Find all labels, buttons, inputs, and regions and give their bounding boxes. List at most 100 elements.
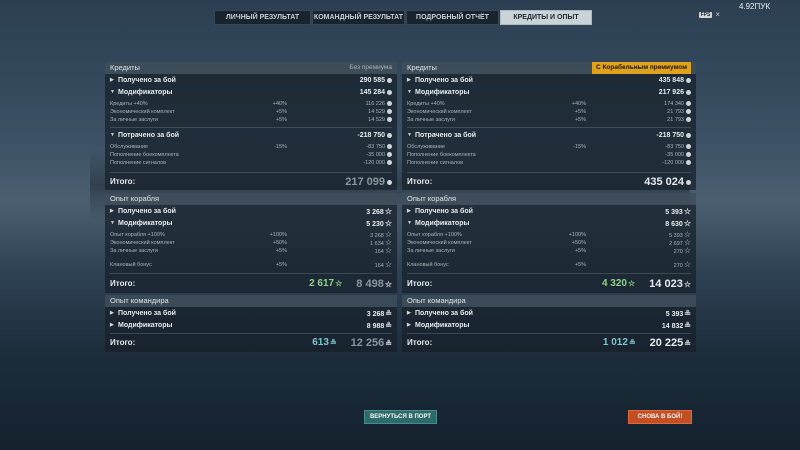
coin-icon: [686, 117, 691, 123]
mod-pct: +5%: [275, 248, 287, 254]
row-value: 8 988≗: [366, 320, 392, 330]
total-value: 20 225≗: [649, 336, 691, 349]
tab-credits-and-xp[interactable]: КРЕДИТЫ И ОПЫТ: [500, 10, 592, 25]
free-xp-value: 4 320☆: [601, 278, 636, 289]
arrow-right-icon: ▶: [110, 322, 114, 328]
coin-icon: [686, 101, 691, 107]
spent-value: -83 750: [631, 143, 691, 151]
mod-value: 174 340: [631, 100, 691, 108]
ship-xp-earned-row[interactable]: ▶ Получено за бой 5 393☆: [402, 206, 696, 217]
arrow-down-icon: ▼: [407, 220, 412, 226]
mod-pct: +40%: [571, 101, 586, 107]
credits-mods-row[interactable]: ▼ Модификаторы 217 926: [402, 87, 696, 98]
credits-total-row: Итого: 435 024: [402, 174, 696, 190]
right-commander-xp-header: Опыт командира: [402, 295, 696, 307]
return-to-port-button[interactable]: ВЕРНУТЬСЯ В ПОРТ: [364, 410, 437, 424]
spent-value: -120 000: [332, 159, 392, 167]
free-commander-xp-value: 613≗: [312, 337, 337, 348]
left-credits-header: Кредиты Без премиума: [105, 62, 397, 74]
mod-pct: +5%: [574, 248, 586, 254]
row-value: 8 630☆: [665, 218, 691, 228]
section-title: Кредиты: [407, 63, 437, 72]
commander-xp-total-row: Итого: 613≗ 12 256≗: [105, 335, 397, 351]
mod-value: 164☆: [374, 259, 392, 269]
credits-earned-row[interactable]: ▶ Получено за бой 435 848: [402, 75, 696, 86]
tab-personal-result[interactable]: ЛИЧНЫЙ РЕЗУЛЬТАТ: [214, 10, 311, 25]
mod-label: Клановый бонус: [407, 262, 449, 268]
divider: [110, 273, 392, 274]
commander-xp-earned-row[interactable]: ▶ Получено за бой 3 268≗: [105, 308, 397, 319]
section-title: Опыт командира: [407, 296, 466, 305]
mod-label: За личные заслуги: [110, 117, 159, 123]
divider: [407, 333, 691, 334]
credits-earned-row[interactable]: ▶ Получено за бой 290 585: [105, 75, 397, 86]
credits-mods-row[interactable]: ▼ Модификаторы 145 284: [105, 87, 397, 98]
commander-xp-icon: ≗: [385, 308, 392, 318]
tab-detailed-report[interactable]: ПОДРОБНЫЙ ОТЧЁТ: [406, 10, 499, 25]
spent-label: Пополнение боекомплекта: [110, 152, 179, 158]
ship-xp-mods-row[interactable]: ▼ Модификаторы 8 630☆: [402, 218, 696, 229]
row-label: Модификаторы: [415, 220, 470, 227]
credits-spent-row[interactable]: ▼ Потрачено за бой -218 750: [402, 130, 696, 141]
star-icon: ☆: [683, 218, 691, 228]
coin-icon: [387, 152, 392, 158]
free-xp-star-icon: ☆: [335, 279, 343, 288]
commander-xp-icon: ≗: [684, 308, 691, 318]
total-label: Итого:: [110, 279, 136, 288]
coin-icon: [387, 144, 392, 150]
mod-pct: +5%: [574, 117, 586, 123]
mod-row: Клановый бонус +5% 164☆: [105, 259, 397, 269]
row-label: Получено за бой: [118, 208, 176, 215]
coin-icon: [686, 160, 691, 166]
right-credits-panel: Кредиты С Корабельным премиумом ▶ Получе…: [402, 62, 696, 190]
row-value: 3 268☆: [366, 206, 392, 216]
row-label: Модификаторы: [118, 220, 173, 227]
mod-row: Кредиты +40% +40% 174 340: [402, 100, 696, 108]
spent-label: Обслуживание: [110, 144, 148, 150]
arrow-down-icon: ▼: [407, 132, 412, 138]
divider: [407, 172, 691, 173]
row-value: -218 750: [631, 130, 691, 141]
divider: [407, 273, 691, 274]
section-title: Опыт корабля: [110, 194, 160, 203]
total-label: Итого:: [407, 279, 433, 288]
spent-pct: -15%: [274, 144, 287, 150]
mod-label: Экономический комплект: [110, 109, 175, 115]
mod-value: 21 793: [631, 108, 691, 116]
section-title: Опыт корабля: [407, 194, 457, 203]
mod-pct: +100%: [568, 232, 586, 238]
result-tabs: ЛИЧНЫЙ РЕЗУЛЬТАТ КОМАНДНЫЙ РЕЗУЛЬТАТ ПОД…: [214, 10, 593, 25]
mod-label: Опыт корабля +100%: [407, 232, 462, 238]
row-label: Получено за бой: [415, 208, 473, 215]
arrow-down-icon: ▼: [110, 132, 115, 138]
total-label: Итого:: [407, 338, 433, 347]
mod-pct: +5%: [574, 109, 586, 115]
free-xp-value: 2 617☆: [309, 278, 343, 289]
mod-pct: +5%: [275, 117, 287, 123]
star-icon: ☆: [384, 279, 392, 289]
divider: [407, 127, 691, 128]
top-right-value: 4.92ПУК: [738, 2, 770, 11]
close-icon[interactable]: ×: [715, 11, 720, 19]
battle-again-button[interactable]: СНОВА В БОЙ!: [628, 410, 692, 424]
mod-value: 14 529: [332, 108, 392, 116]
coin-icon: [387, 89, 392, 95]
mod-label: За личные заслуги: [407, 117, 456, 123]
commander-xp-mods-row[interactable]: ▶ Модификаторы 14 832≗: [402, 320, 696, 331]
free-xp-star-icon: ☆: [628, 279, 636, 288]
coin-icon: [387, 109, 392, 115]
credits-spent-row[interactable]: ▼ Потрачено за бой -218 750: [105, 130, 397, 141]
row-label: Потрачено за бой: [415, 132, 477, 139]
mod-row: Экономический комплект +5% 14 529: [105, 108, 397, 116]
commander-xp-mods-row[interactable]: ▶ Модификаторы 8 988≗: [105, 320, 397, 331]
commander-xp-earned-row[interactable]: ▶ Получено за бой 5 393≗: [402, 308, 696, 319]
arrow-right-icon: ▶: [110, 208, 114, 214]
tab-team-result[interactable]: КОМАНДНЫЙ РЕЗУЛЬТАТ: [312, 10, 405, 25]
spent-row: Пополнение сигналов -120 000: [105, 159, 397, 167]
spent-value: -83 750: [332, 143, 392, 151]
ship-xp-earned-row[interactable]: ▶ Получено за бой 3 268☆: [105, 206, 397, 217]
fps-badge: FPS: [698, 12, 713, 18]
premium-mode-label: С Корабельным премиумом: [591, 62, 691, 74]
mod-value: 164☆: [374, 245, 392, 255]
ship-xp-mods-row[interactable]: ▼ Модификаторы 5 230☆: [105, 218, 397, 229]
